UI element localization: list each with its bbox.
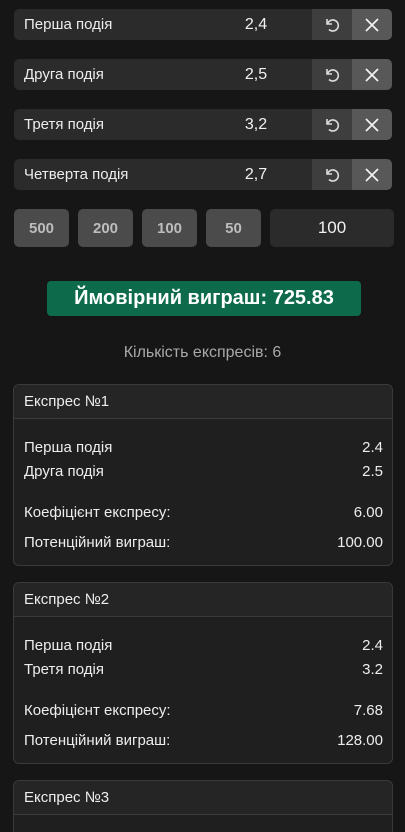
express-coefficient-value: 7.68 [353, 701, 383, 719]
express-event-name: Третя подія [24, 660, 105, 678]
event-row: Друга подія 2,5 [14, 59, 392, 90]
express-event-line: Перша подія 2.4 [24, 435, 383, 459]
express-card: Експрес №2 Перша подія 2.4 Третя подія 3… [13, 582, 393, 764]
event-odds[interactable]: 3,2 [200, 109, 312, 140]
close-icon [365, 17, 379, 32]
express-card-title: Експрес №1 [14, 385, 392, 419]
potential-win-badge: Ймовірний виграш: 725.83 [47, 281, 361, 316]
express-event-odds: 2.5 [362, 462, 383, 480]
express-card: Експрес №3 [13, 780, 393, 832]
express-coefficient-line: Коефіцієнт експресу: 7.68 [24, 698, 383, 722]
undo-icon [326, 18, 340, 32]
stake-preset-button[interactable]: 500 [14, 209, 69, 247]
express-coefficient-label: Коефіцієнт експресу: [24, 503, 171, 521]
express-win-value: 100.00 [337, 533, 383, 551]
stake-preset-button[interactable]: 50 [206, 209, 261, 247]
remove-event-button[interactable] [352, 9, 392, 40]
express-event-odds: 3.2 [362, 660, 383, 678]
express-coefficient-value: 6.00 [353, 503, 383, 521]
event-name: Третя подія [14, 109, 200, 140]
event-name: Перша подія [14, 9, 200, 40]
express-win-value: 128.00 [337, 731, 383, 749]
express-card-title: Експрес №3 [14, 781, 392, 815]
express-coefficient-label: Коефіцієнт експресу: [24, 701, 171, 719]
undo-icon [326, 168, 340, 182]
undo-icon [326, 118, 340, 132]
event-odds[interactable]: 2,5 [200, 59, 312, 90]
close-icon [365, 167, 379, 182]
express-coefficient-line: Коефіцієнт експресу: 6.00 [24, 500, 383, 524]
express-card: Експрес №1 Перша подія 2.4 Друга подія 2… [13, 384, 393, 566]
express-event-name: Перша подія [24, 636, 113, 654]
express-event-name: Друга подія [24, 462, 104, 480]
remove-event-button[interactable] [352, 109, 392, 140]
event-row: Перша подія 2,4 [14, 9, 392, 40]
undo-button[interactable] [312, 59, 352, 90]
undo-icon [326, 68, 340, 82]
express-count: Кількість експресів: 6 [123, 344, 282, 361]
express-event-line: Друга подія 2.5 [24, 459, 383, 483]
express-win-label: Потенційний виграш: [24, 731, 171, 749]
stake-input[interactable]: 100 [270, 209, 394, 247]
stake-preset-button[interactable]: 100 [142, 209, 197, 247]
express-event-line: Третя подія 3.2 [24, 657, 383, 681]
undo-button[interactable] [312, 159, 352, 190]
express-event-line: Перша подія 2.4 [24, 633, 383, 657]
event-odds[interactable]: 2,4 [200, 9, 312, 40]
express-event-odds: 2.4 [362, 636, 383, 654]
remove-event-button[interactable] [352, 159, 392, 190]
event-name: Четверта подія [14, 159, 200, 190]
stake-preset-button[interactable]: 200 [78, 209, 133, 247]
event-name: Друга подія [14, 59, 200, 90]
express-win-line: Потенційний виграш: 100.00 [24, 530, 383, 554]
undo-button[interactable] [312, 109, 352, 140]
event-row: Третя подія 3,2 [14, 109, 392, 140]
close-icon [365, 117, 379, 132]
event-row: Четверта подія 2,7 [14, 159, 392, 190]
event-odds[interactable]: 2,7 [200, 159, 312, 190]
undo-button[interactable] [312, 9, 352, 40]
express-event-name: Перша подія [24, 438, 113, 456]
express-win-label: Потенційний виграш: [24, 533, 171, 551]
express-win-line: Потенційний виграш: 128.00 [24, 728, 383, 752]
remove-event-button[interactable] [352, 59, 392, 90]
express-card-title: Експрес №2 [14, 583, 392, 617]
express-event-odds: 2.4 [362, 438, 383, 456]
close-icon [365, 67, 379, 82]
